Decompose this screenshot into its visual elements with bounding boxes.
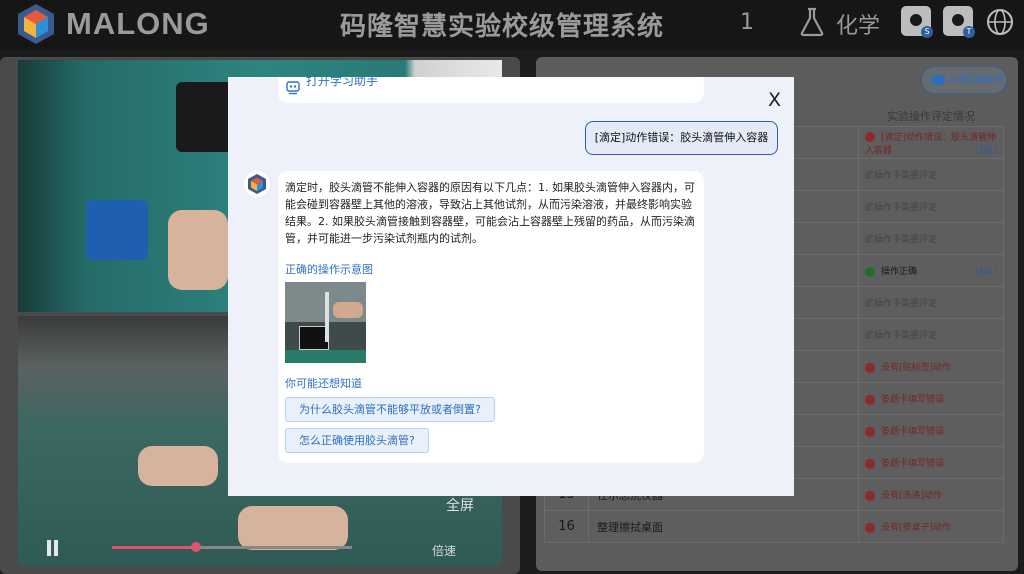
- result-text: 此操作不需要评定: [865, 235, 938, 245]
- evaluation-result: 没有[擦桌子]动作: [858, 510, 1004, 543]
- subject-label: 化学: [836, 14, 881, 39]
- result-text: 答题卡填写错误: [881, 427, 945, 437]
- evaluation-result: 答题卡填写错误: [858, 382, 1004, 415]
- hand: [168, 210, 228, 290]
- evaluation-result: 此操作不需要评定: [858, 318, 1004, 351]
- teacher-mode-button[interactable]: T: [943, 6, 975, 38]
- error-icon: [865, 426, 875, 437]
- step-number: 16: [544, 510, 589, 543]
- station-number: 1: [740, 10, 754, 35]
- app-header: MALONG 码隆智慧实验校级管理系统 1 化学 S T: [0, 0, 1024, 50]
- flask-icon: [800, 7, 824, 37]
- table-row: 16 整理擦拭桌面 没有[擦桌子]动作: [544, 510, 1004, 543]
- student-mode-button[interactable]: S: [901, 6, 933, 38]
- close-button[interactable]: X: [768, 89, 781, 111]
- related-questions-title: 你可能还想知道: [285, 377, 362, 390]
- result-text: 没有[贴标签]动作: [881, 363, 952, 373]
- result-text: 操作正确: [881, 267, 918, 277]
- ai-assistant-modal: X 打开学习助手 [滴定]动作错误：胶头滴管伸入容器 滴定时，胶头滴管不能伸入容…: [228, 77, 794, 496]
- evaluation-result: 此操作不需要评定: [858, 286, 1004, 319]
- result-text: 答题卡填写错误: [881, 395, 945, 405]
- evaluation-result: 此操作不需要评定: [858, 222, 1004, 255]
- robot-icon: [286, 81, 300, 95]
- globe-icon[interactable]: [986, 8, 1014, 36]
- hand: [238, 506, 348, 550]
- error-icon: [865, 458, 875, 469]
- evaluation-result: [滴定]动作错误：胶头滴管伸入容器 (1段): [858, 126, 1004, 159]
- system-title: 码隆智慧实验校级管理系统: [340, 12, 665, 42]
- error-icon: [865, 522, 875, 533]
- brand-name: MALONG: [66, 6, 210, 41]
- step-description: 整理擦拭桌面: [588, 510, 859, 543]
- teacher-tag: T: [963, 26, 975, 38]
- check-icon: [865, 266, 875, 277]
- malong-logo-icon: [244, 171, 270, 197]
- fullscreen-button[interactable]: 全屏: [446, 495, 474, 515]
- evaluation-result: 此操作不需要评定: [858, 190, 1004, 223]
- progress-knob[interactable]: [191, 542, 201, 552]
- result-text: 没有[擦桌子]动作: [881, 523, 952, 533]
- evaluation-result: 答题卡填写错误: [858, 414, 1004, 447]
- replay-button[interactable]: (1段): [975, 143, 997, 156]
- progress-fill: [112, 546, 196, 549]
- video-progress-bar[interactable]: [112, 542, 352, 552]
- malong-logo-icon: [18, 4, 54, 44]
- ai-error-analysis-button[interactable]: AI错误解析: [922, 67, 1006, 93]
- student-tag: S: [921, 26, 933, 38]
- evaluation-result: 没有[贴标签]动作: [858, 350, 1004, 383]
- result-text: 此操作不需要评定: [865, 331, 938, 341]
- evaluation-result: 答题卡填写错误: [858, 446, 1004, 479]
- result-text: 此操作不需要评定: [865, 171, 938, 181]
- open-assistant-link[interactable]: 打开学习助手: [306, 77, 378, 89]
- bot-answer-card: 滴定时，胶头滴管不能伸入容器的原因有以下几点：1. 如果胶头滴管伸入容器内，可能…: [278, 171, 704, 463]
- suggestion-button[interactable]: 为什么胶头滴管不能够平放或者倒置?: [285, 397, 495, 422]
- result-text: 答题卡填写错误: [881, 459, 945, 469]
- pause-icon[interactable]: [47, 540, 61, 556]
- blue-cloth: [86, 200, 148, 260]
- result-column-header: 实验操作评定情况: [887, 110, 975, 123]
- error-icon: [865, 362, 875, 373]
- demo-title: 正确的操作示意图: [285, 263, 373, 276]
- demo-image[interactable]: [285, 282, 366, 363]
- circle-icon: [910, 14, 922, 26]
- suggestion-button[interactable]: 怎么正确使用胶头滴管?: [285, 428, 429, 453]
- error-icon: [865, 490, 875, 501]
- speed-button[interactable]: 倍速: [432, 542, 456, 559]
- ai-button-label: AI错误解析: [949, 73, 1004, 86]
- ai-icon: [931, 75, 945, 85]
- result-text: 没有[洗涤]动作: [881, 491, 943, 501]
- circle-icon: [952, 14, 964, 26]
- user-message-bubble: [滴定]动作错误：胶头滴管伸入容器: [585, 121, 778, 155]
- assistant-card: 打开学习助手: [278, 77, 704, 103]
- evaluation-result: 没有[洗涤]动作: [858, 478, 1004, 511]
- result-text: 此操作不需要评定: [865, 203, 938, 213]
- result-text: 此操作不需要评定: [865, 299, 938, 309]
- tablet: [176, 82, 234, 152]
- evaluation-result: 操作正确 (1段): [858, 254, 1004, 287]
- bot-answer-text: 滴定时，胶头滴管不能伸入容器的原因有以下几点：1. 如果胶头滴管伸入容器内，可能…: [285, 181, 695, 245]
- hand: [138, 446, 218, 486]
- evaluation-result: 此操作不需要评定: [858, 158, 1004, 191]
- error-icon: [865, 394, 875, 405]
- error-icon: [865, 132, 875, 142]
- replay-button[interactable]: (1段): [975, 264, 997, 277]
